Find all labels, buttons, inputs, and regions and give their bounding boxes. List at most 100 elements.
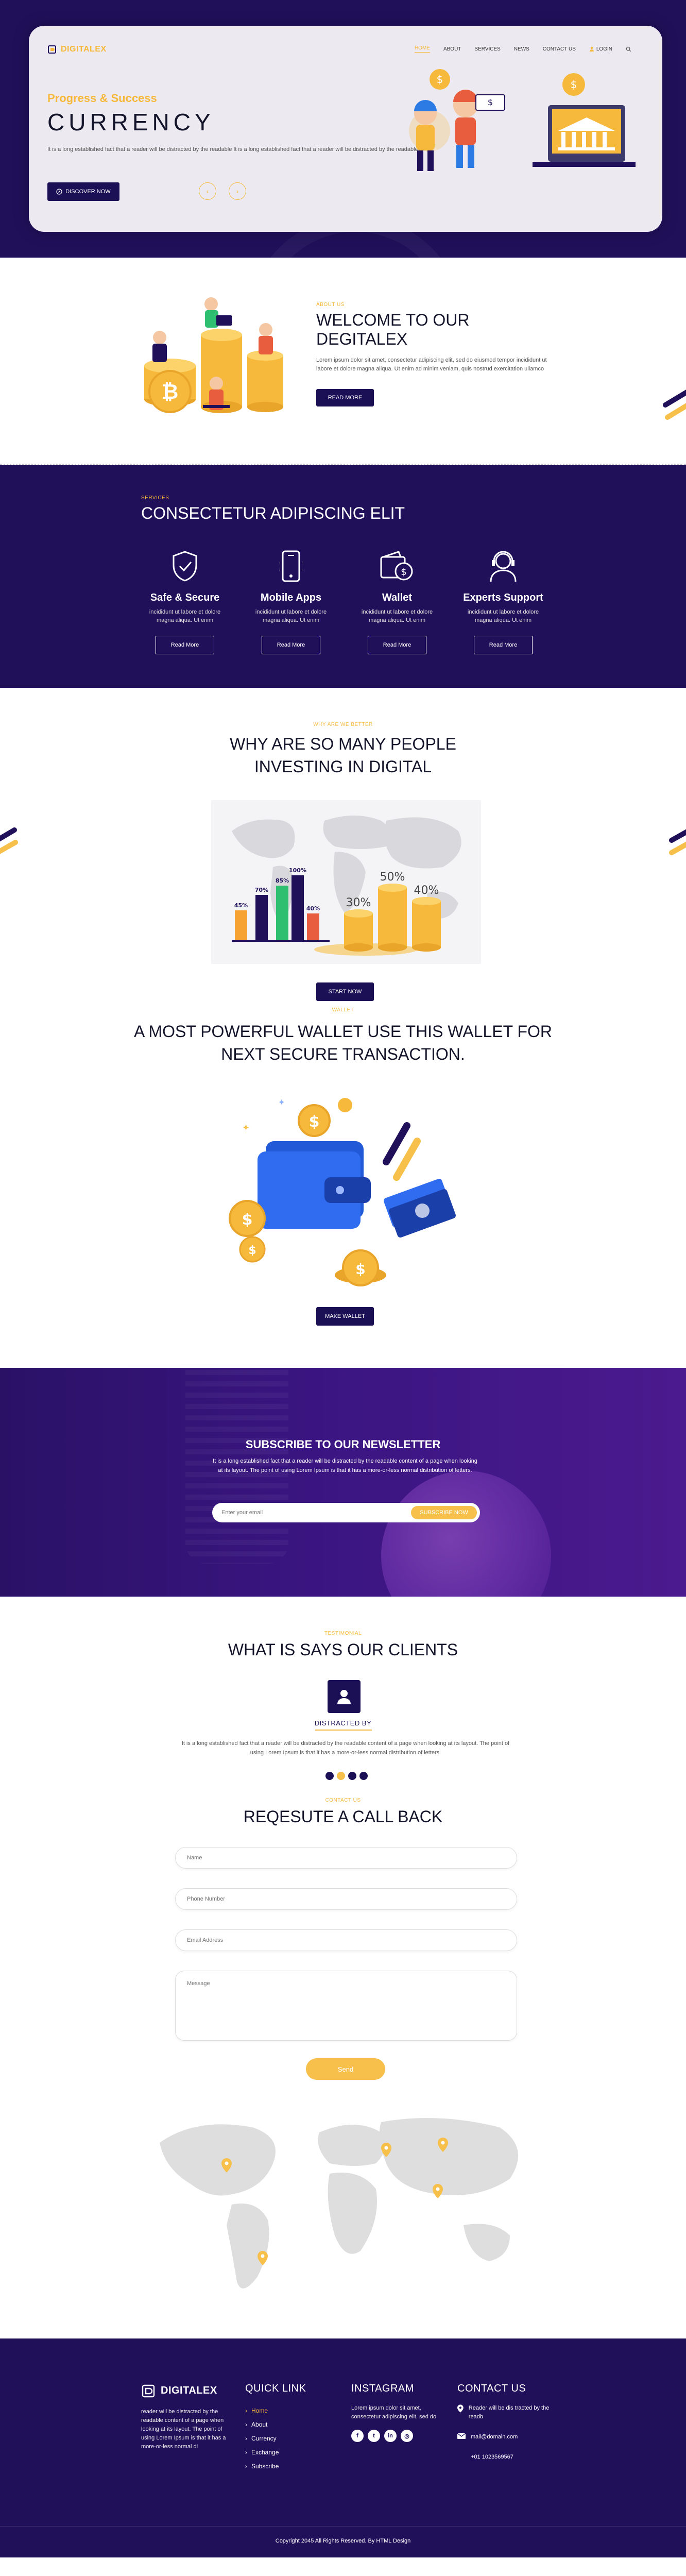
wallet-title: A MOST POWERFUL WALLET USE THIS WALLET F… (0, 1020, 686, 1065)
why-eyebrow: WHY ARE WE BETTER (313, 722, 373, 727)
service-title: Safe & Secure (150, 592, 220, 603)
footer-link-about[interactable]: › About (245, 2418, 338, 2432)
footer-instagram: INSTAGRAM Lorem ipsum dolor sit amet, co… (351, 2383, 449, 2442)
testimonial-section: TESTIMONIAL WHAT IS SAYS OUR CLIENTS DIS… (0, 1597, 686, 1798)
coin-label: 40% (414, 884, 439, 897)
message-field-wrap (175, 1971, 517, 2041)
testimonial-text: It is a long established fact that a rea… (181, 1740, 510, 1756)
send-button[interactable]: Send (306, 2058, 385, 2080)
footer-contact: CONTACT US Reader will be dis tracted by… (457, 2383, 550, 2473)
user-avatar-icon (337, 1690, 351, 1704)
email-field[interactable] (176, 1930, 517, 1951)
stripe-decoration (669, 829, 686, 855)
wallet-coin-icon: $ (380, 551, 413, 581)
service-read-more-button[interactable]: Read More (262, 636, 320, 654)
footer-link-home[interactable]: › Home (245, 2404, 338, 2418)
pagination-dot[interactable] (359, 1772, 368, 1780)
service-text: incididunt ut labore et dolore magna ali… (467, 609, 539, 623)
nav-item-contact[interactable]: CONTACT US (543, 46, 576, 52)
service-title: Wallet (382, 592, 413, 603)
bar-label: 45% (234, 902, 248, 909)
logo[interactable]: DIGITALEX (47, 44, 107, 55)
nav-item-news[interactable]: NEWS (514, 46, 529, 52)
service-card: Experts Support incididunt ut labore et … (450, 547, 556, 654)
nav-item-about[interactable]: ABOUT (443, 46, 461, 52)
footer-link-currency[interactable]: › Currency (245, 2432, 338, 2446)
make-wallet-button[interactable]: MAKE WALLET (316, 1307, 374, 1326)
service-text: incididunt ut labore et dolore magna ali… (361, 609, 433, 623)
footer-divider (0, 2526, 686, 2527)
read-more-button[interactable]: READ MORE (316, 389, 374, 406)
discover-now-button[interactable]: DISCOVER NOW (47, 182, 119, 201)
welcome-title: WELCOME TO OUR DEGITALEX (316, 311, 470, 348)
pagination-dot[interactable] (325, 1772, 334, 1780)
service-title: Mobile Apps (260, 592, 322, 603)
chevron-right-icon: › (245, 2435, 247, 2442)
name-field[interactable] (176, 1848, 517, 1868)
svg-text:$: $ (242, 1211, 253, 1229)
footer-quick-links: QUICK LINK › Home › About › Currency › Excha… (245, 2383, 338, 2473)
subscribe-button[interactable]: SUBSCRIBE NOW (411, 1506, 477, 1519)
contact-phone[interactable]: +01 1023569567 (457, 2453, 550, 2462)
hero-card: DIGITALEX HOME ABOUT SERVICES NEWS CONTA… (29, 26, 662, 232)
svg-text:$: $ (401, 567, 406, 578)
service-title: Experts Support (463, 592, 543, 603)
contact-email-text: mail@domain.com (471, 2434, 518, 2440)
twitter-icon[interactable]: t (368, 2430, 380, 2442)
nav-item-home[interactable]: HOME (414, 45, 430, 53)
service-card: $ Wallet incididunt ut labore et dolore … (344, 547, 450, 654)
services-title: CONSECTETUR ADIPISCING ELIT (141, 504, 405, 522)
logo-icon (48, 45, 56, 54)
footer-logo-text: DIGITALEX (161, 2384, 217, 2396)
facebook-icon[interactable]: f (351, 2430, 364, 2442)
footer-about-text: reader will be distracted by the readabl… (141, 2409, 226, 2450)
service-read-more-button[interactable]: Read More (368, 636, 426, 654)
footer-logo[interactable]: DIGITALEX (141, 2383, 229, 2398)
start-now-button[interactable]: START NOW (316, 982, 374, 1001)
chevron-right-icon: › (245, 2449, 247, 2456)
pagination-dot-active[interactable] (337, 1772, 345, 1780)
bitcoin-background (381, 1471, 551, 1597)
hero-text: It is a long established fact that a rea… (47, 146, 418, 152)
service-card: Mobile Apps incididunt ut labore et dolo… (238, 547, 344, 654)
linkedin-icon[interactable]: in (384, 2430, 397, 2442)
search-icon[interactable] (626, 46, 631, 52)
footer-link-exchange[interactable]: › Exchange (245, 2446, 338, 2460)
pagination-dot[interactable] (348, 1772, 356, 1780)
service-text: incididunt ut labore et dolore magna ali… (149, 609, 221, 623)
message-field[interactable] (176, 1971, 517, 2040)
slider-next-button[interactable]: › (229, 182, 246, 200)
map-pin (433, 2184, 443, 2198)
contact-title: CONTACT US (457, 2383, 526, 2394)
footer-about: DIGITALEX reader will be distracted by t… (141, 2383, 229, 2451)
contact-phone-text: +01 1023569567 (471, 2454, 513, 2460)
slider-prev-button[interactable]: ‹ (199, 182, 216, 200)
login-link[interactable]: LOGIN (589, 46, 612, 52)
nav-item-services[interactable]: SERVICES (474, 46, 500, 52)
footer-link-subscribe[interactable]: › Subscribe (245, 2460, 338, 2473)
wallet-section: WALLET A MOST POWERFUL WALLET USE THIS W… (0, 1007, 686, 1368)
instagram-icon[interactable]: ◎ (401, 2430, 413, 2442)
main-nav: HOME ABOUT SERVICES NEWS CONTACT US LOGI… (414, 45, 631, 53)
footer-link-label: Home (251, 2407, 268, 2414)
service-read-more-button[interactable]: Read More (474, 636, 533, 654)
wallet-title-line-1: A MOST POWERFUL WALLET USE THIS WALLET F… (133, 1022, 552, 1041)
welcome-text: Lorem ipsum dolor sit amet, consectetur … (316, 357, 547, 372)
hero-section: DIGITALEX HOME ABOUT SERVICES NEWS CONTA… (0, 0, 686, 258)
chevron-right-icon: › (245, 2421, 247, 2428)
phone-field[interactable] (176, 1889, 517, 1909)
instagram-title: INSTAGRAM (351, 2383, 414, 2394)
footer: DIGITALEX reader will be distracted by t… (0, 2338, 686, 2557)
footer-link-label: Subscribe (251, 2463, 279, 2470)
contact-email[interactable]: mail@domain.com (457, 2433, 550, 2442)
discover-now-label: DISCOVER NOW (65, 189, 111, 195)
why-title: WHY ARE SO MANY PEOPLE INVESTING IN DIGI… (0, 733, 686, 778)
newsletter-email-input[interactable] (221, 1510, 397, 1516)
client-name: DISTRACTED BY (314, 1719, 372, 1727)
service-read-more-button[interactable]: Read More (156, 636, 214, 654)
smartphone-icon (280, 550, 302, 582)
wallet-eyebrow: WALLET (332, 1007, 354, 1013)
service-card: Safe & Secure incididunt ut labore et do… (132, 547, 238, 654)
why-title-line-2: INVESTING IN DIGITAL (254, 757, 432, 776)
testimonial-eyebrow: TESTIMONIAL (324, 1631, 362, 1636)
